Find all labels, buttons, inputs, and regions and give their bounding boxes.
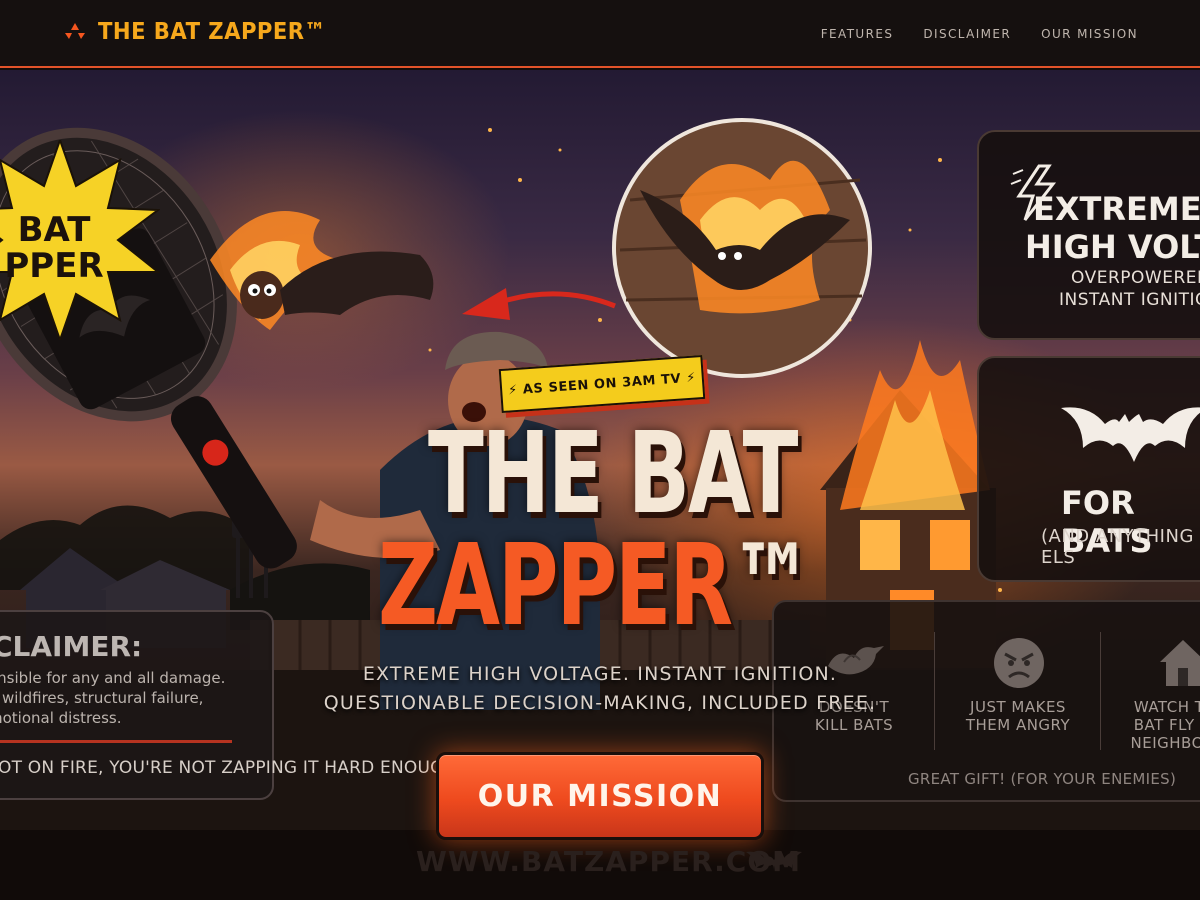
voltage-card-sub-2: INSTANT IGNITIO — [1059, 290, 1200, 310]
disclaimer-divider — [0, 740, 232, 743]
brand-name: THE BAT ZAPPER™ — [98, 19, 327, 45]
feature-card-voltage: EXTREME HIGH VOLTA OVERPOWERED INSTANT I… — [977, 130, 1200, 340]
feature-card-bats: FOR BATS (AND ANYTHING ELS — [977, 356, 1200, 582]
hero-title-line-1: THE BAT — [428, 409, 798, 539]
disclaimer-footer: OT ON FIRE, YOU'RE NOT ZAPPING IT HARD E… — [0, 758, 462, 778]
disclaimer-line: motional distress. — [0, 709, 122, 727]
voltage-card-title-2: HIGH VOLTA — [1025, 228, 1200, 266]
feature-label-line: JUST MAKES — [970, 698, 1066, 716]
feature-label-line: KILL BATS — [814, 716, 894, 734]
starburst-line-2: PPER — [4, 246, 104, 286]
feature-label-line: WATCH THE — [1133, 698, 1200, 716]
our-mission-button[interactable]: OUR MISSION — [436, 752, 764, 840]
starburst-text: BAT PPER — [0, 212, 114, 284]
nav-link-disclaimer[interactable]: DISCLAIMER — [923, 27, 1011, 41]
flaming-bat — [210, 211, 434, 330]
feature-item-neighbor: WATCH THE BAT FLY INT NEIGHBOR'S — [1100, 602, 1200, 752]
feature-label-line: BAT FLY INT — [1133, 716, 1200, 734]
watermark-bat-icon — [746, 851, 802, 872]
bat-logo-icon — [65, 23, 85, 39]
disclaimer-line: e wildfires, structural failure, — [0, 689, 204, 707]
gift-tagline: GREAT GIFT! (FOR YOUR ENEMIES) — [908, 770, 1177, 788]
hero-subtitle: EXTREME HIGH VOLTAGE. INSTANT IGNITION. … — [323, 663, 877, 714]
feature-label-line: NEIGHBOR'S — [1130, 734, 1200, 752]
feature-label-line: THEM ANGRY — [965, 716, 1071, 734]
brand[interactable]: THE BAT ZAPPER™ — [62, 19, 346, 45]
divider — [934, 632, 935, 750]
inset-bat-closeup — [612, 118, 872, 378]
disclaimer-body: onsible for any and all damage. e wildfi… — [0, 668, 270, 728]
bats-card-sub: (AND ANYTHING ELS — [1041, 526, 1194, 568]
house-icon — [1160, 640, 1200, 686]
disclaimer-line: onsible for any and all damage. — [0, 669, 226, 687]
feature-item-angry: JUST MAKES THEM ANGRY — [938, 602, 1088, 752]
main-nav: FEATURES DISCLAIMER OUR MISSION — [821, 27, 1138, 41]
angry-face-icon — [994, 638, 1044, 688]
nav-link-features[interactable]: FEATURES — [821, 27, 894, 41]
pointer-arrow — [462, 288, 616, 320]
nav-link-our-mission[interactable]: OUR MISSION — [1041, 27, 1138, 41]
hero-title-word: ZAPPER — [378, 521, 733, 651]
trademark-symbol: ™ — [730, 521, 814, 651]
feature-label: WATCH THE BAT FLY INT NEIGHBOR'S — [1100, 698, 1200, 752]
disclaimer-title: CLAIMER: — [0, 630, 143, 663]
bat-icon — [1061, 407, 1200, 462]
voltage-card-sub-1: OVERPOWERED — [1071, 268, 1200, 288]
hero-title-line-2: ZAPPER™ — [378, 530, 814, 642]
top-navigation-bar: THE BAT ZAPPER™ FEATURES DISCLAIMER OUR … — [0, 0, 1200, 68]
starburst-line-1: BAT — [17, 210, 91, 250]
feature-label: JUST MAKES THEM ANGRY — [938, 698, 1098, 734]
voltage-card-title-1: EXTREME — [1033, 190, 1200, 228]
